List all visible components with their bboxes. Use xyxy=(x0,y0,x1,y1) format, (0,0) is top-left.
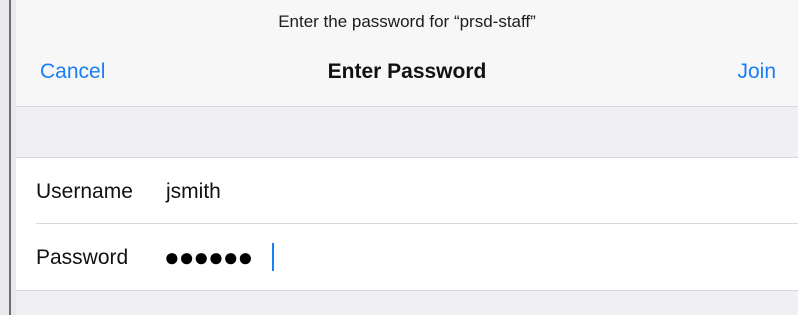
password-field[interactable]: ●●●●●● xyxy=(164,242,253,272)
page-title: Enter Password xyxy=(327,60,487,83)
username-row[interactable]: Username jsmith xyxy=(16,158,798,224)
password-sheet: Enter the password for “prsd-staff” Canc… xyxy=(16,0,798,315)
username-field[interactable]: jsmith xyxy=(166,180,221,204)
navigation-bar: Enter the password for “prsd-staff” Canc… xyxy=(16,0,798,107)
background-app-edge xyxy=(0,0,16,315)
password-row[interactable]: Password ●●●●●● xyxy=(16,224,798,290)
text-cursor xyxy=(272,243,274,271)
username-label: Username xyxy=(36,180,133,203)
credentials-form: Username jsmith Password ●●●●●● xyxy=(16,157,798,291)
edge-divider xyxy=(9,0,11,315)
password-label: Password xyxy=(36,246,129,269)
password-prompt: Enter the password for “prsd-staff” xyxy=(278,12,536,31)
join-button[interactable]: Join xyxy=(737,60,776,84)
